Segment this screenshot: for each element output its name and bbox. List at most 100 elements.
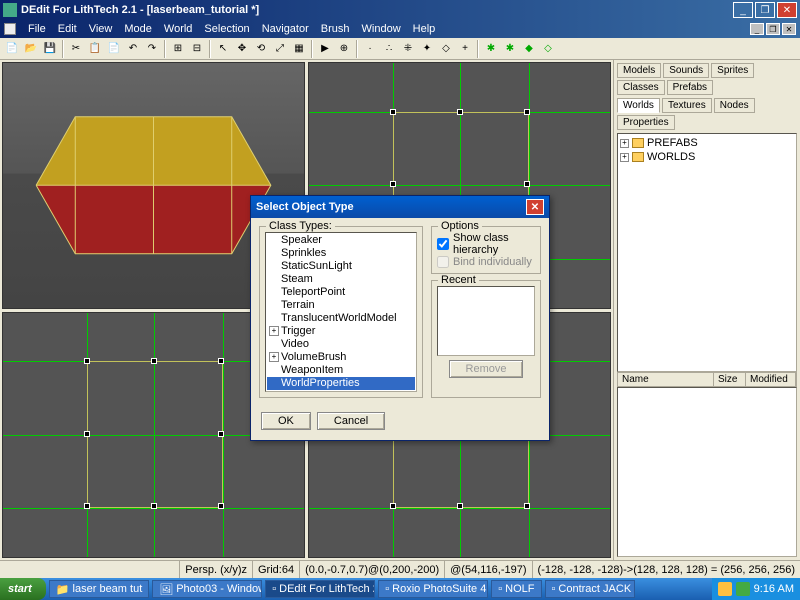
dialog-title: Select Object Type bbox=[256, 201, 354, 213]
tab-sounds[interactable]: Sounds bbox=[663, 63, 709, 78]
class-item[interactable]: Steam bbox=[267, 273, 415, 286]
menu-help[interactable]: Help bbox=[407, 23, 442, 35]
tb-grid1[interactable]: ⊞ bbox=[169, 40, 187, 58]
tb-snap1[interactable]: · bbox=[361, 40, 379, 58]
tb-save[interactable]: 💾 bbox=[41, 40, 59, 58]
expand-icon[interactable]: + bbox=[620, 139, 629, 148]
start-button[interactable]: start bbox=[0, 578, 46, 600]
ok-button[interactable]: OK bbox=[261, 412, 311, 430]
remove-button[interactable]: Remove bbox=[449, 360, 524, 378]
doc-restore[interactable]: ❐ bbox=[766, 23, 780, 35]
tb-open[interactable]: 📂 bbox=[22, 40, 40, 58]
tb-snap6[interactable]: + bbox=[456, 40, 474, 58]
class-item[interactable]: Speaker bbox=[267, 234, 415, 247]
menu-mode[interactable]: Mode bbox=[118, 23, 158, 35]
menu-selection[interactable]: Selection bbox=[198, 23, 255, 35]
dialog-close-button[interactable]: ✕ bbox=[526, 199, 544, 215]
task-nolf[interactable]: ▫NOLF bbox=[491, 580, 541, 598]
class-item[interactable]: Terrain bbox=[267, 299, 415, 312]
tb-scale[interactable]: ⤢ bbox=[271, 40, 289, 58]
maximize-button[interactable]: ❐ bbox=[755, 2, 775, 18]
tab-nodes[interactable]: Nodes bbox=[714, 98, 755, 113]
task-jack[interactable]: ▫Contract JACK bbox=[545, 580, 635, 598]
class-item[interactable]: Video bbox=[267, 338, 415, 351]
classtypes-label: Class Types: bbox=[266, 220, 335, 232]
tb-play[interactable]: ▶ bbox=[316, 40, 334, 58]
tb-copy[interactable]: 📋 bbox=[86, 40, 104, 58]
chk-hierarchy-box[interactable] bbox=[437, 238, 449, 250]
tb-snap3[interactable]: ⁜ bbox=[399, 40, 417, 58]
tb-green1[interactable]: ✱ bbox=[482, 40, 500, 58]
menu-brush[interactable]: Brush bbox=[315, 23, 356, 35]
minimize-button[interactable]: _ bbox=[733, 2, 753, 18]
tb-move[interactable]: ✥ bbox=[233, 40, 251, 58]
menu-edit[interactable]: Edit bbox=[52, 23, 83, 35]
tb-cut[interactable]: ✂ bbox=[67, 40, 85, 58]
class-item[interactable]: VolumeBrush bbox=[267, 351, 415, 364]
tray-icon[interactable] bbox=[718, 582, 732, 596]
menu-view[interactable]: View bbox=[83, 23, 119, 35]
menu-world[interactable]: World bbox=[158, 23, 199, 35]
tb-tool1[interactable]: ⊕ bbox=[335, 40, 353, 58]
tb-snap5[interactable]: ◇ bbox=[437, 40, 455, 58]
task-photo[interactable]: 🖼Photo03 - Windows Pi... bbox=[152, 580, 262, 598]
tb-select[interactable]: ↖ bbox=[214, 40, 232, 58]
tab-classes[interactable]: Classes bbox=[617, 80, 665, 95]
tab-properties[interactable]: Properties bbox=[617, 115, 675, 130]
tab-models[interactable]: Models bbox=[617, 63, 661, 78]
class-item[interactable]: Trigger bbox=[267, 325, 415, 338]
col-size[interactable]: Size bbox=[714, 373, 746, 386]
folder-icon bbox=[632, 138, 644, 148]
task-roxio[interactable]: ▫Roxio PhotoSuite 4 bbox=[378, 580, 488, 598]
tray-icon[interactable] bbox=[736, 582, 750, 596]
cancel-button[interactable]: Cancel bbox=[317, 412, 385, 430]
class-item[interactable]: TranslucentWorldModel bbox=[267, 312, 415, 325]
task-dedit[interactable]: ▫DEdit For LithTech 2... bbox=[265, 580, 375, 598]
expand-icon[interactable]: + bbox=[620, 153, 629, 162]
dialog-titlebar[interactable]: Select Object Type ✕ bbox=[251, 196, 549, 218]
menu-navigator[interactable]: Navigator bbox=[256, 23, 315, 35]
task-folder[interactable]: 📁laser beam tut bbox=[49, 580, 149, 598]
class-item[interactable]: WorldSection bbox=[267, 390, 415, 392]
status-coord1: (0.0,-0.7,0.7)@(0,200,-200) bbox=[299, 561, 444, 578]
close-button[interactable]: ✕ bbox=[777, 2, 797, 18]
menu-file[interactable]: File bbox=[22, 23, 52, 35]
col-modified[interactable]: Modified bbox=[746, 373, 796, 386]
tb-paste[interactable]: 📄 bbox=[105, 40, 123, 58]
class-item[interactable]: WeaponItem bbox=[267, 364, 415, 377]
tab-sprites[interactable]: Sprites bbox=[711, 63, 754, 78]
tb-grid2[interactable]: ⊟ bbox=[188, 40, 206, 58]
doc-minimize[interactable]: _ bbox=[750, 23, 764, 35]
folder-icon bbox=[632, 152, 644, 162]
class-item[interactable]: TeleportPoint bbox=[267, 286, 415, 299]
class-item[interactable]: Sprinkles bbox=[267, 247, 415, 260]
tb-green4[interactable]: ◇ bbox=[539, 40, 557, 58]
doc-icon bbox=[4, 23, 16, 35]
tb-snap4[interactable]: ✦ bbox=[418, 40, 436, 58]
tb-undo[interactable]: ↶ bbox=[124, 40, 142, 58]
tb-brush[interactable]: ▦ bbox=[290, 40, 308, 58]
col-name[interactable]: Name bbox=[618, 373, 714, 386]
tb-new[interactable]: 📄 bbox=[3, 40, 21, 58]
file-list[interactable] bbox=[617, 387, 797, 557]
tab-textures[interactable]: Textures bbox=[662, 98, 712, 113]
tb-snap2[interactable]: ∴ bbox=[380, 40, 398, 58]
tb-green2[interactable]: ✱ bbox=[501, 40, 519, 58]
tree-item-prefabs[interactable]: + PREFABS bbox=[620, 136, 794, 150]
tb-rotate[interactable]: ⟲ bbox=[252, 40, 270, 58]
class-item-selected[interactable]: WorldProperties bbox=[267, 377, 415, 390]
class-item[interactable]: StaticSunLight bbox=[267, 260, 415, 273]
select-object-dialog: Select Object Type ✕ Class Types: Speake… bbox=[250, 195, 550, 441]
recent-list[interactable] bbox=[437, 286, 535, 356]
tab-prefabs[interactable]: Prefabs bbox=[667, 80, 713, 95]
doc-close[interactable]: ✕ bbox=[782, 23, 796, 35]
tb-green3[interactable]: ◆ bbox=[520, 40, 538, 58]
tab-worlds[interactable]: Worlds bbox=[617, 98, 660, 113]
chk-hierarchy[interactable]: Show class hierarchy bbox=[437, 232, 535, 256]
recent-group: Recent Remove bbox=[431, 280, 541, 398]
class-list[interactable]: Speaker Sprinkles StaticSunLight Steam T… bbox=[265, 232, 417, 392]
menu-window[interactable]: Window bbox=[356, 23, 407, 35]
tb-redo[interactable]: ↷ bbox=[143, 40, 161, 58]
tree[interactable]: + PREFABS + WORLDS bbox=[617, 133, 797, 372]
tree-item-worlds[interactable]: + WORLDS bbox=[620, 150, 794, 164]
